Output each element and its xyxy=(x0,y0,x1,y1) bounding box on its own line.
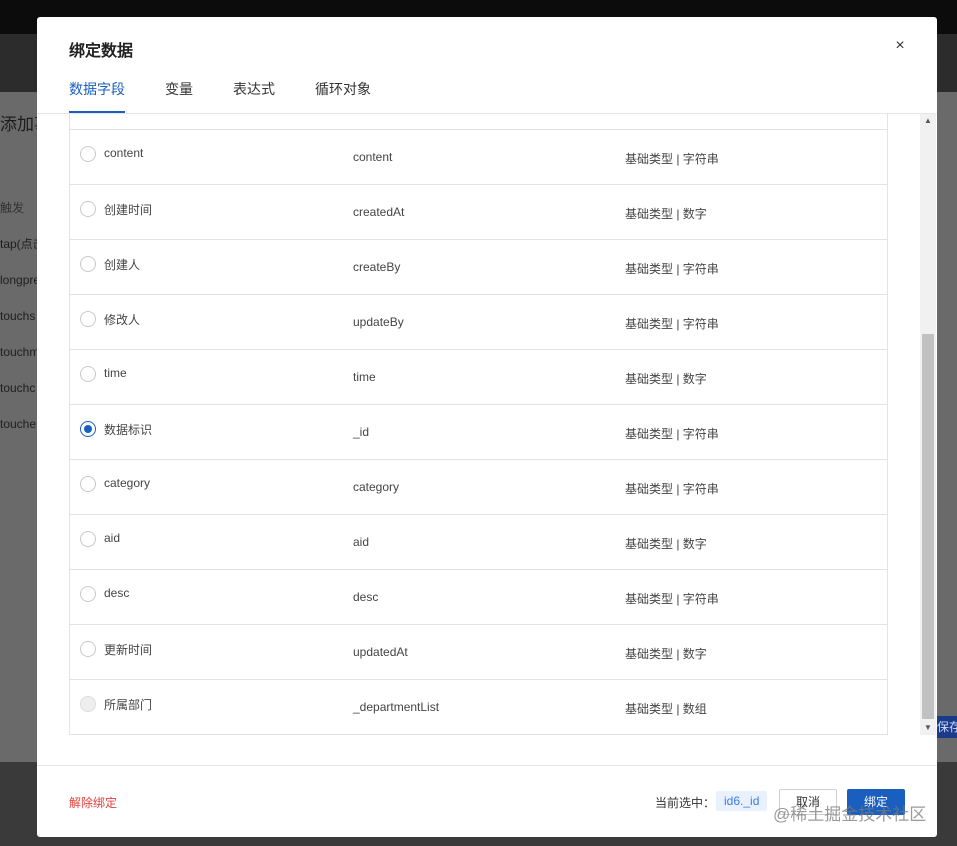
watermark: @稀土掘金技术社区 xyxy=(773,805,927,824)
dialog-title: 绑定数据 xyxy=(69,43,134,60)
background-event-item: touchc xyxy=(0,381,36,395)
table-row[interactable]: 更新时间 updatedAt 基础类型 | 数字 xyxy=(70,624,887,679)
table-row[interactable]: 数据标识 _id 基础类型 | 字符串 xyxy=(70,404,887,459)
current-selection-label: 当前选中： xyxy=(655,796,716,810)
table-row[interactable]: 修改人 updateBy 基础类型 | 字符串 xyxy=(70,294,887,349)
current-selection-tag: id6._id xyxy=(716,791,768,811)
field-name: time xyxy=(104,366,127,380)
row-radio[interactable] xyxy=(80,366,96,382)
field-key: createBy xyxy=(353,260,401,274)
row-radio-disabled xyxy=(80,696,96,712)
table-row: 所属部门 _departmentList 基础类型 | 数组 xyxy=(70,679,887,734)
field-key: updatedAt xyxy=(353,645,408,659)
field-type: 基础类型 | 数字 xyxy=(625,372,707,386)
table-row[interactable]: desc desc 基础类型 | 字符串 xyxy=(70,569,887,624)
tab-expression[interactable]: 表达式 xyxy=(233,79,275,113)
tab-data-fields[interactable]: 数据字段 xyxy=(69,79,125,113)
field-key: createdAt xyxy=(353,205,405,219)
field-name: 创建人 xyxy=(104,258,141,272)
field-name: 数据标识 xyxy=(104,423,153,437)
field-key: _departmentList xyxy=(353,700,440,714)
field-key: desc xyxy=(353,590,379,604)
field-name: 创建时间 xyxy=(104,203,153,217)
field-type: 基础类型 | 数字 xyxy=(625,207,707,221)
field-type: 基础类型 | 字符串 xyxy=(625,592,719,606)
close-icon[interactable]: × xyxy=(893,37,907,55)
field-type: 基础类型 | 字符串 xyxy=(625,317,719,331)
background-event-item: tap(点击 xyxy=(0,237,37,251)
scroll-thumb[interactable] xyxy=(922,334,934,719)
bind-data-dialog: 绑定数据 × 数据字段 变量 表达式 循环对象 content content … xyxy=(37,17,937,837)
background-event-list: 触发 tap(点击 longpre touchs touchm touchc t… xyxy=(0,190,37,442)
field-key: updateBy xyxy=(353,315,404,329)
tab-bar: 数据字段 变量 表达式 循环对象 xyxy=(69,79,411,113)
field-type: 基础类型 | 数字 xyxy=(625,537,707,551)
field-key: content xyxy=(353,150,393,164)
table-row[interactable]: 创建人 createBy 基础类型 | 字符串 xyxy=(70,239,887,294)
background-event-item: touche xyxy=(0,417,37,431)
field-name: 更新时间 xyxy=(104,643,153,657)
row-radio[interactable] xyxy=(80,146,96,162)
background-hint: 触发 xyxy=(0,201,25,215)
tab-variables[interactable]: 变量 xyxy=(165,79,193,113)
field-type: 基础类型 | 数组 xyxy=(625,702,707,716)
scroll-up-arrow-icon[interactable]: ▲ xyxy=(920,114,936,128)
field-name: category xyxy=(104,476,151,490)
footer-divider xyxy=(37,765,937,766)
row-radio[interactable] xyxy=(80,256,96,272)
field-key: category xyxy=(353,480,400,494)
vertical-scrollbar[interactable]: ▲ ▼ xyxy=(920,114,936,735)
table-row[interactable]: content content 基础类型 | 字符串 xyxy=(70,129,887,184)
field-key: aid xyxy=(353,535,370,549)
field-type: 基础类型 | 字符串 xyxy=(625,482,719,496)
field-type: 基础类型 | 字符串 xyxy=(625,152,719,166)
background-event-item: longpre xyxy=(0,273,37,287)
table-row[interactable]: category category 基础类型 | 字符串 xyxy=(70,459,887,514)
background-event-item: touchs xyxy=(0,309,36,323)
field-key: _id xyxy=(353,425,370,439)
field-key: time xyxy=(353,370,376,384)
field-type: 基础类型 | 数字 xyxy=(625,647,707,661)
field-type: 基础类型 | 字符串 xyxy=(625,262,719,276)
table-row[interactable]: time time 基础类型 | 数字 xyxy=(70,349,887,404)
field-name: aid xyxy=(104,531,121,545)
table-row[interactable]: 创建时间 createdAt 基础类型 | 数字 xyxy=(70,184,887,239)
field-name: content xyxy=(104,146,144,160)
background-save-button: 保存 xyxy=(937,716,957,738)
row-radio[interactable] xyxy=(80,586,96,602)
field-table[interactable]: content content 基础类型 | 字符串 创建时间 createdA… xyxy=(69,114,888,735)
field-type: 基础类型 | 字符串 xyxy=(625,427,719,441)
row-radio[interactable] xyxy=(80,201,96,217)
tab-loop-object[interactable]: 循环对象 xyxy=(315,79,371,113)
scroll-down-arrow-icon[interactable]: ▼ xyxy=(920,721,936,735)
row-radio[interactable] xyxy=(80,476,96,492)
row-radio-selected[interactable] xyxy=(80,421,96,437)
background-event-item: touchm xyxy=(0,345,37,359)
field-name: desc xyxy=(104,586,130,600)
row-radio[interactable] xyxy=(80,311,96,327)
table-row[interactable]: aid aid 基础类型 | 数字 xyxy=(70,514,887,569)
row-radio[interactable] xyxy=(80,531,96,547)
field-name: 修改人 xyxy=(104,313,141,327)
field-name: 所属部门 xyxy=(104,698,153,712)
unbind-button[interactable]: 解除绑定 xyxy=(69,794,117,811)
row-radio[interactable] xyxy=(80,641,96,657)
